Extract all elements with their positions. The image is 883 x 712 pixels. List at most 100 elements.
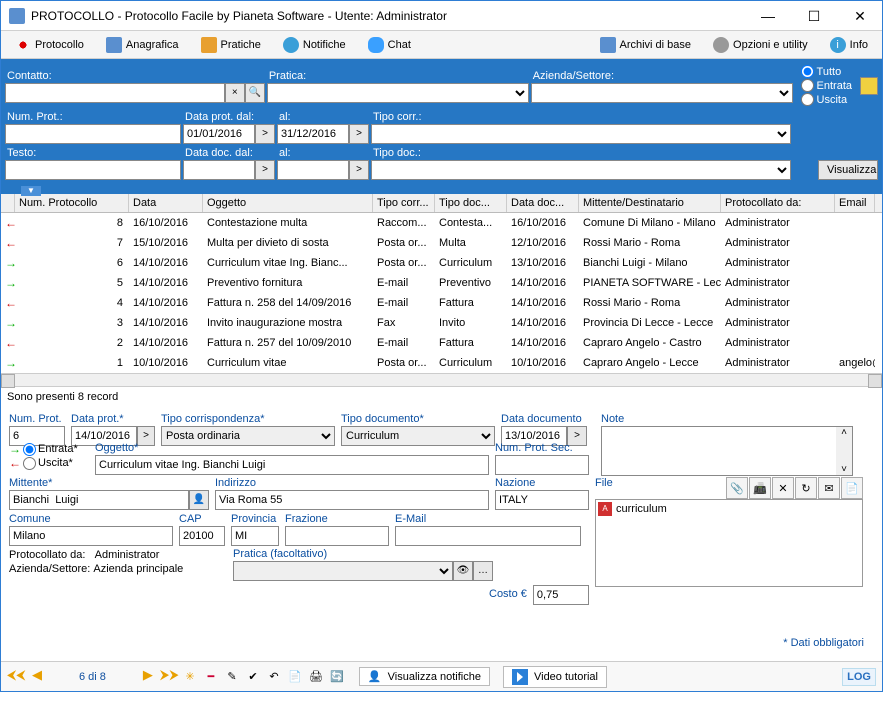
- email-d-input[interactable]: [395, 526, 581, 546]
- col-data[interactable]: Data: [129, 194, 203, 212]
- toolbar-anagrafica[interactable]: Anagrafica: [96, 35, 189, 55]
- horizontal-scrollbar[interactable]: [1, 373, 882, 387]
- nav-first[interactable]: ⮜⮜: [7, 667, 25, 687]
- comune-input[interactable]: [9, 526, 173, 546]
- tipodoc-select[interactable]: [371, 160, 791, 180]
- nav-add[interactable]: ✳: [181, 668, 199, 686]
- video-tutorial-button[interactable]: Video tutorial: [503, 666, 607, 688]
- nav-last[interactable]: ⮞⮞: [160, 667, 178, 687]
- nazione-input[interactable]: [495, 490, 589, 510]
- file-list[interactable]: Acurriculum: [595, 499, 863, 587]
- toolbar-chat[interactable]: Chat: [358, 35, 421, 55]
- col-oggetto[interactable]: Oggetto: [203, 194, 373, 212]
- search-contatto-button[interactable]: 🔍: [245, 83, 265, 103]
- table-row[interactable]: →110/10/2016Curriculum vitaePosta or...C…: [1, 353, 882, 373]
- datadoc-al-input[interactable]: [277, 160, 349, 180]
- table-row[interactable]: ←715/10/2016Multa per divieto di sostaPo…: [1, 233, 882, 253]
- nav-save[interactable]: ✔: [244, 668, 262, 686]
- visualizza-notifiche-button[interactable]: 👤Visualizza notifiche: [359, 667, 490, 686]
- close-button[interactable]: ✕: [846, 6, 874, 26]
- radio-tutto[interactable]: Tutto: [801, 65, 852, 78]
- log-badge[interactable]: LOG: [842, 668, 876, 686]
- col-numprot[interactable]: Num. Protocollo: [15, 194, 129, 212]
- nav-prev[interactable]: ◀: [28, 667, 46, 687]
- pratica-btn1[interactable]: 👁: [453, 561, 473, 581]
- grid-header: Num. Protocollo Data Oggetto Tipo corr..…: [1, 194, 882, 213]
- filter-icon[interactable]: [860, 77, 878, 95]
- nav-delete[interactable]: ━: [202, 668, 220, 686]
- gear-icon: [713, 37, 729, 53]
- file-item[interactable]: Acurriculum: [598, 502, 860, 516]
- pratica-d-select[interactable]: [233, 561, 453, 581]
- provincia-input[interactable]: [231, 526, 279, 546]
- col-protda[interactable]: Protocollato da:: [721, 194, 835, 212]
- pratica-label: Pratica:: [267, 69, 529, 83]
- cap-input[interactable]: [179, 526, 225, 546]
- table-row[interactable]: ←414/10/2016Fattura n. 258 del 14/09/201…: [1, 293, 882, 313]
- tipocorr-select[interactable]: [371, 124, 791, 144]
- toolbar-pratiche[interactable]: Pratiche: [191, 35, 271, 55]
- record-count-status: Sono presenti 8 record: [1, 387, 882, 407]
- indirizzo-input[interactable]: [215, 490, 489, 510]
- radio-entrata[interactable]: Entrata: [801, 79, 852, 92]
- nav-undo[interactable]: ↶: [265, 668, 283, 686]
- note-textarea[interactable]: ˄˅: [601, 426, 853, 476]
- nav-print[interactable]: 🖨: [307, 668, 325, 686]
- mittente-picker[interactable]: 👤: [189, 490, 209, 510]
- clear-contatto-button[interactable]: ×: [225, 83, 245, 103]
- col-tipocorr[interactable]: Tipo corr...: [373, 194, 435, 212]
- dataprot-al-input[interactable]: [277, 124, 349, 144]
- nav-next[interactable]: ▶: [139, 667, 157, 687]
- frazione-input[interactable]: [285, 526, 389, 546]
- col-mittente[interactable]: Mittente/Destinatario: [579, 194, 721, 212]
- file-refresh-button[interactable]: ↻: [795, 477, 817, 499]
- table-row[interactable]: ←214/10/2016Fattura n. 257 del 10/09/201…: [1, 333, 882, 353]
- pratica-select[interactable]: [267, 83, 529, 103]
- file-delete-button[interactable]: ✕: [772, 477, 794, 499]
- col-datadoc[interactable]: Data doc...: [507, 194, 579, 212]
- radio-uscita[interactable]: Uscita: [801, 93, 852, 106]
- toolbar-notifiche[interactable]: Notifiche: [273, 35, 356, 55]
- al-picker[interactable]: >: [349, 124, 369, 144]
- col-tipodoc[interactable]: Tipo doc...: [435, 194, 507, 212]
- costo-input[interactable]: [533, 585, 589, 605]
- toolbar-info[interactable]: iInfo: [820, 35, 878, 55]
- table-row[interactable]: →314/10/2016Invito inaugurazione mostraF…: [1, 313, 882, 333]
- file-attach-button[interactable]: 📎: [726, 477, 748, 499]
- email-d-label: E-Mail: [395, 513, 581, 526]
- toolbar-opzioni[interactable]: Opzioni e utility: [703, 35, 818, 55]
- table-row[interactable]: →614/10/2016Curriculum vitae Ing. Bianc.…: [1, 253, 882, 273]
- table-row[interactable]: ←816/10/2016Contestazione multaRaccom...…: [1, 213, 882, 233]
- al2-picker[interactable]: >: [349, 160, 369, 180]
- toolbar-protocollo[interactable]: Protocollo: [5, 35, 94, 55]
- pratica-btn2[interactable]: …: [473, 561, 493, 581]
- nav-refresh[interactable]: 🔄: [328, 668, 346, 686]
- nav-copy[interactable]: 📄: [286, 668, 304, 686]
- app-icon: [9, 8, 25, 24]
- numprot-input[interactable]: [5, 124, 181, 144]
- mittente-d-input[interactable]: [9, 490, 189, 510]
- testo-input[interactable]: [5, 160, 181, 180]
- numprotsec-input[interactable]: [495, 455, 589, 475]
- file-scan-button[interactable]: 📠: [749, 477, 771, 499]
- radio-uscita-detail[interactable]: ←Uscita*: [9, 456, 89, 470]
- datadoc-picker[interactable]: >: [255, 160, 275, 180]
- dataprot-dal-input[interactable]: [183, 124, 255, 144]
- maximize-button[interactable]: ☐: [800, 6, 828, 26]
- azienda-select[interactable]: [531, 83, 793, 103]
- visualizza-button[interactable]: Visualizza: [818, 160, 878, 180]
- dataprot-picker[interactable]: >: [255, 124, 275, 144]
- toolbar-archivi[interactable]: Archivi di base: [590, 35, 702, 55]
- file-email-button[interactable]: ✉: [818, 477, 840, 499]
- nav-edit[interactable]: ✎: [223, 668, 241, 686]
- contatto-input[interactable]: [5, 83, 225, 103]
- indirizzo-label: Indirizzo: [215, 477, 489, 490]
- minimize-button[interactable]: —: [754, 6, 782, 26]
- oggetto-d-label: Oggetto*: [95, 442, 489, 455]
- col-email[interactable]: Email: [835, 194, 875, 212]
- radio-entrata-detail[interactable]: →Entrata*: [9, 442, 89, 456]
- table-row[interactable]: →514/10/2016Preventivo fornituraE-mailPr…: [1, 273, 882, 293]
- oggetto-d-input[interactable]: [95, 455, 489, 475]
- datadoc-dal-input[interactable]: [183, 160, 255, 180]
- file-copy-button[interactable]: 📄: [841, 477, 863, 499]
